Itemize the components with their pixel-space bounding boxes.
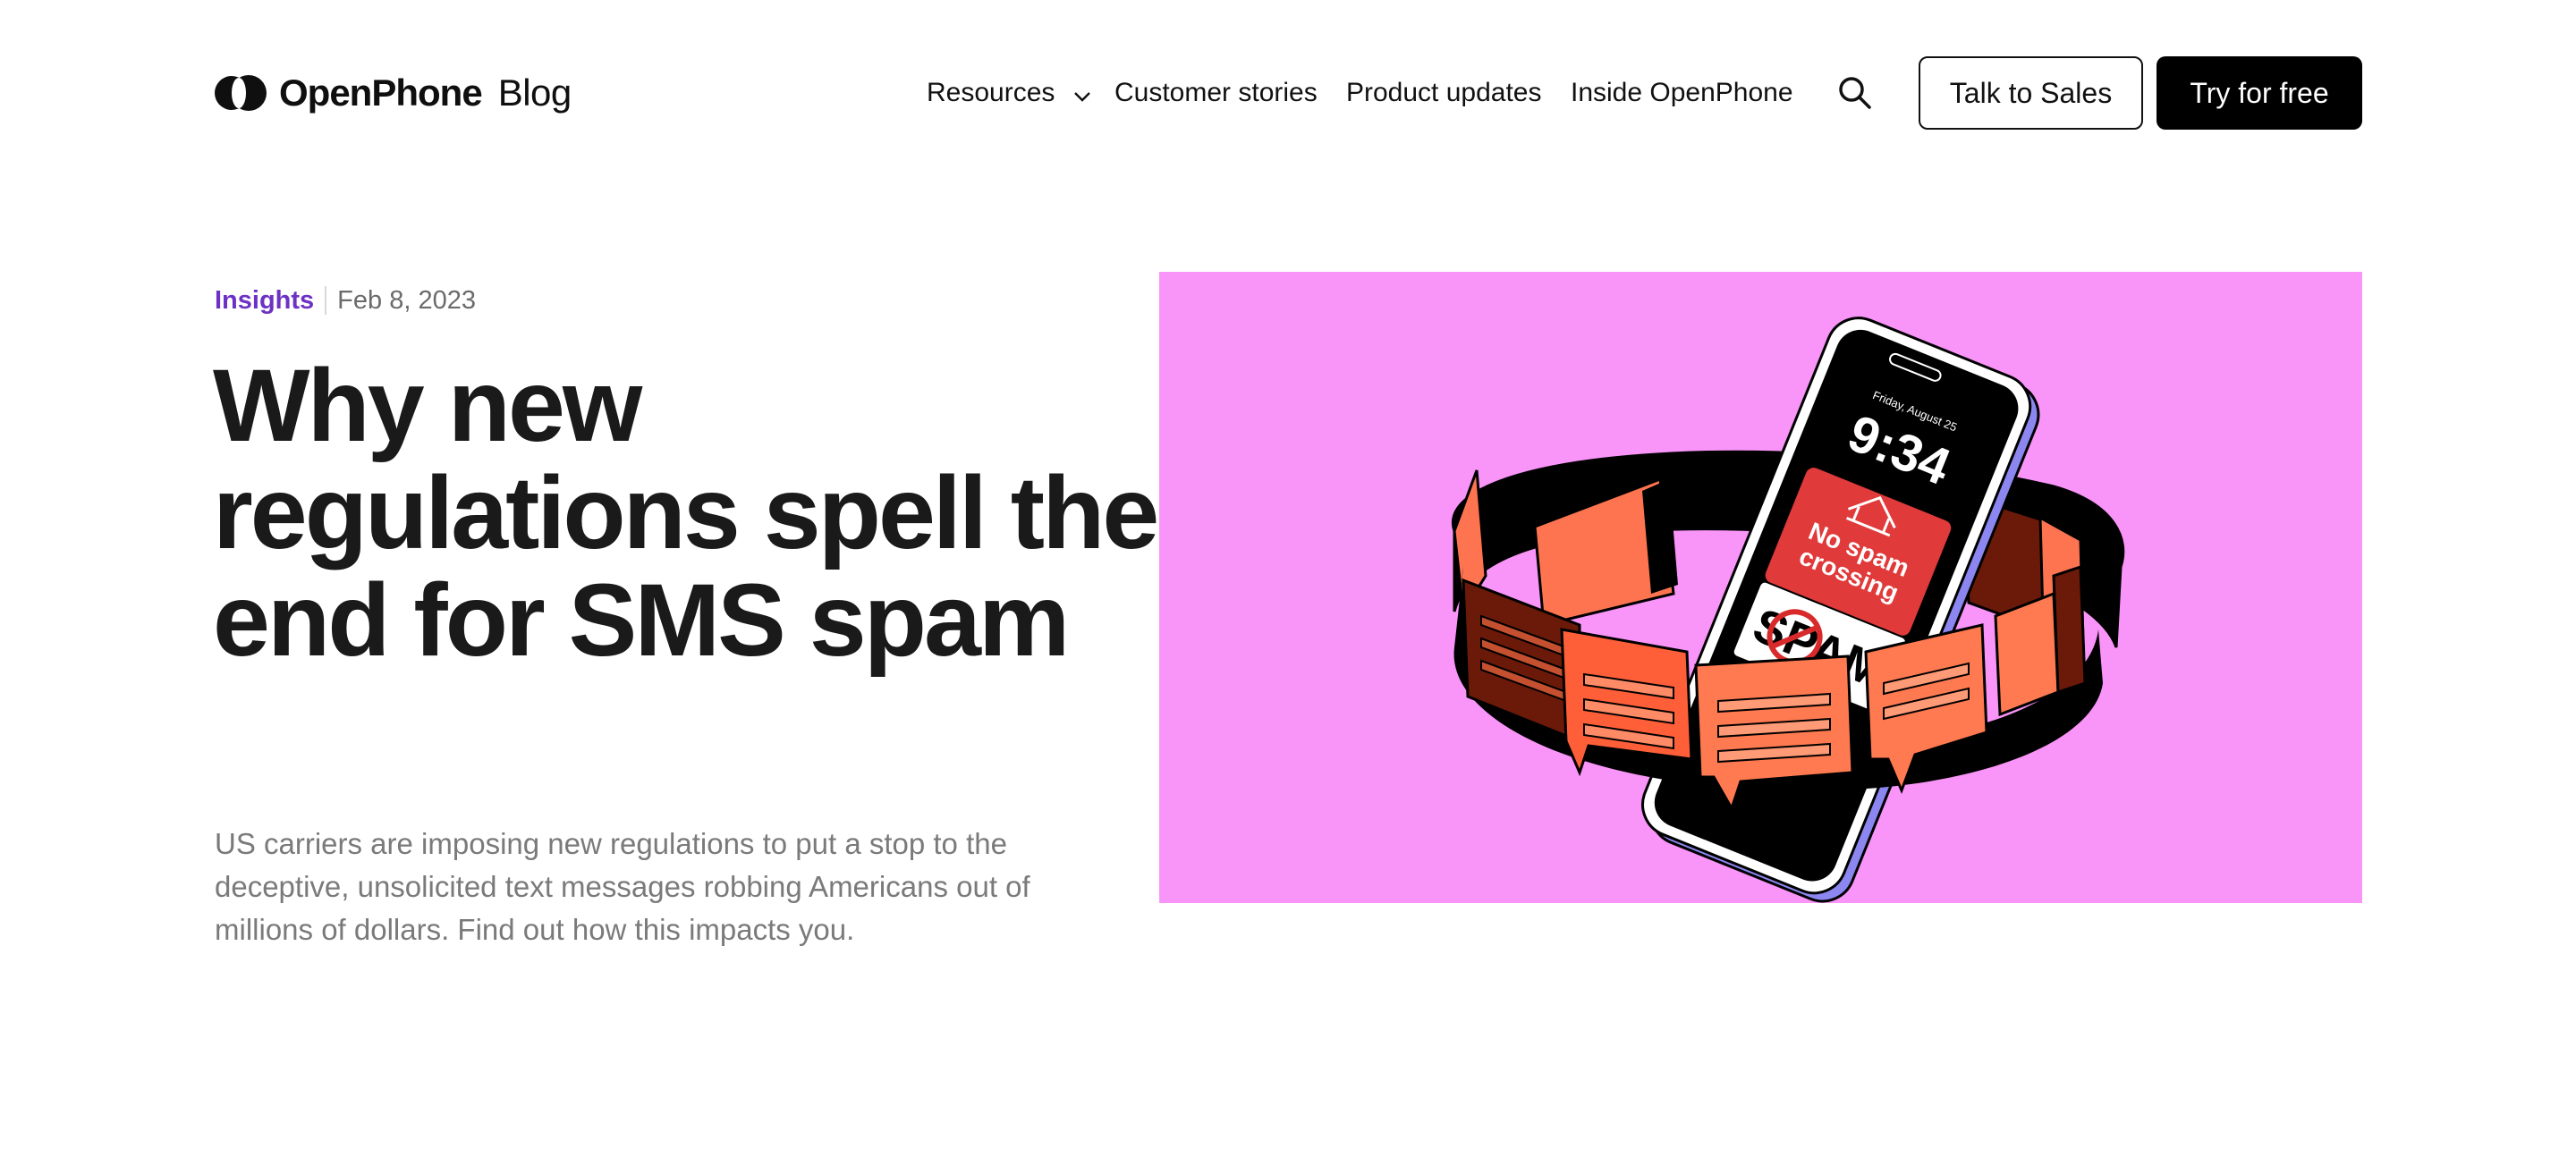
article-title: Why new regulations spell the end for SM… <box>213 349 1159 678</box>
nav-resources-label: Resources <box>927 78 1055 107</box>
brand-blog-label: Blog <box>497 72 572 114</box>
search-button[interactable] <box>1834 72 1877 114</box>
nav-customer-stories[interactable]: Customer stories <box>1114 75 1318 111</box>
article-subtitle: US carriers are imposing new regulations… <box>215 827 1030 946</box>
meta-divider <box>325 286 327 315</box>
nav-resources[interactable]: Resources <box>927 75 1091 112</box>
phone-spam-illustration: Friday, August 25 9:34 No spam crossing … <box>1451 317 2125 903</box>
publish-date: Feb 8, 2023 <box>337 286 476 315</box>
chevron-down-icon <box>1073 76 1091 112</box>
try-for-free-button[interactable]: Try for free <box>2157 56 2362 130</box>
hero-illustration: Friday, August 25 9:34 No spam crossing … <box>1159 272 2362 903</box>
talk-to-sales-button[interactable]: Talk to Sales <box>1919 56 2143 130</box>
nav-inside-openphone[interactable]: Inside OpenPhone <box>1571 75 1793 111</box>
category-link[interactable]: Insights <box>215 284 314 317</box>
site-header: OpenPhone Blog Resources Customer storie… <box>0 0 2576 188</box>
openphone-logo-icon <box>215 73 268 113</box>
article-meta: Insights Feb 8, 2023 <box>215 284 476 317</box>
search-icon <box>1839 77 1871 109</box>
brand-name: OpenPhone <box>279 72 483 114</box>
brand-logo-link[interactable]: OpenPhone Blog <box>215 70 572 116</box>
nav-product-updates[interactable]: Product updates <box>1346 75 1541 111</box>
